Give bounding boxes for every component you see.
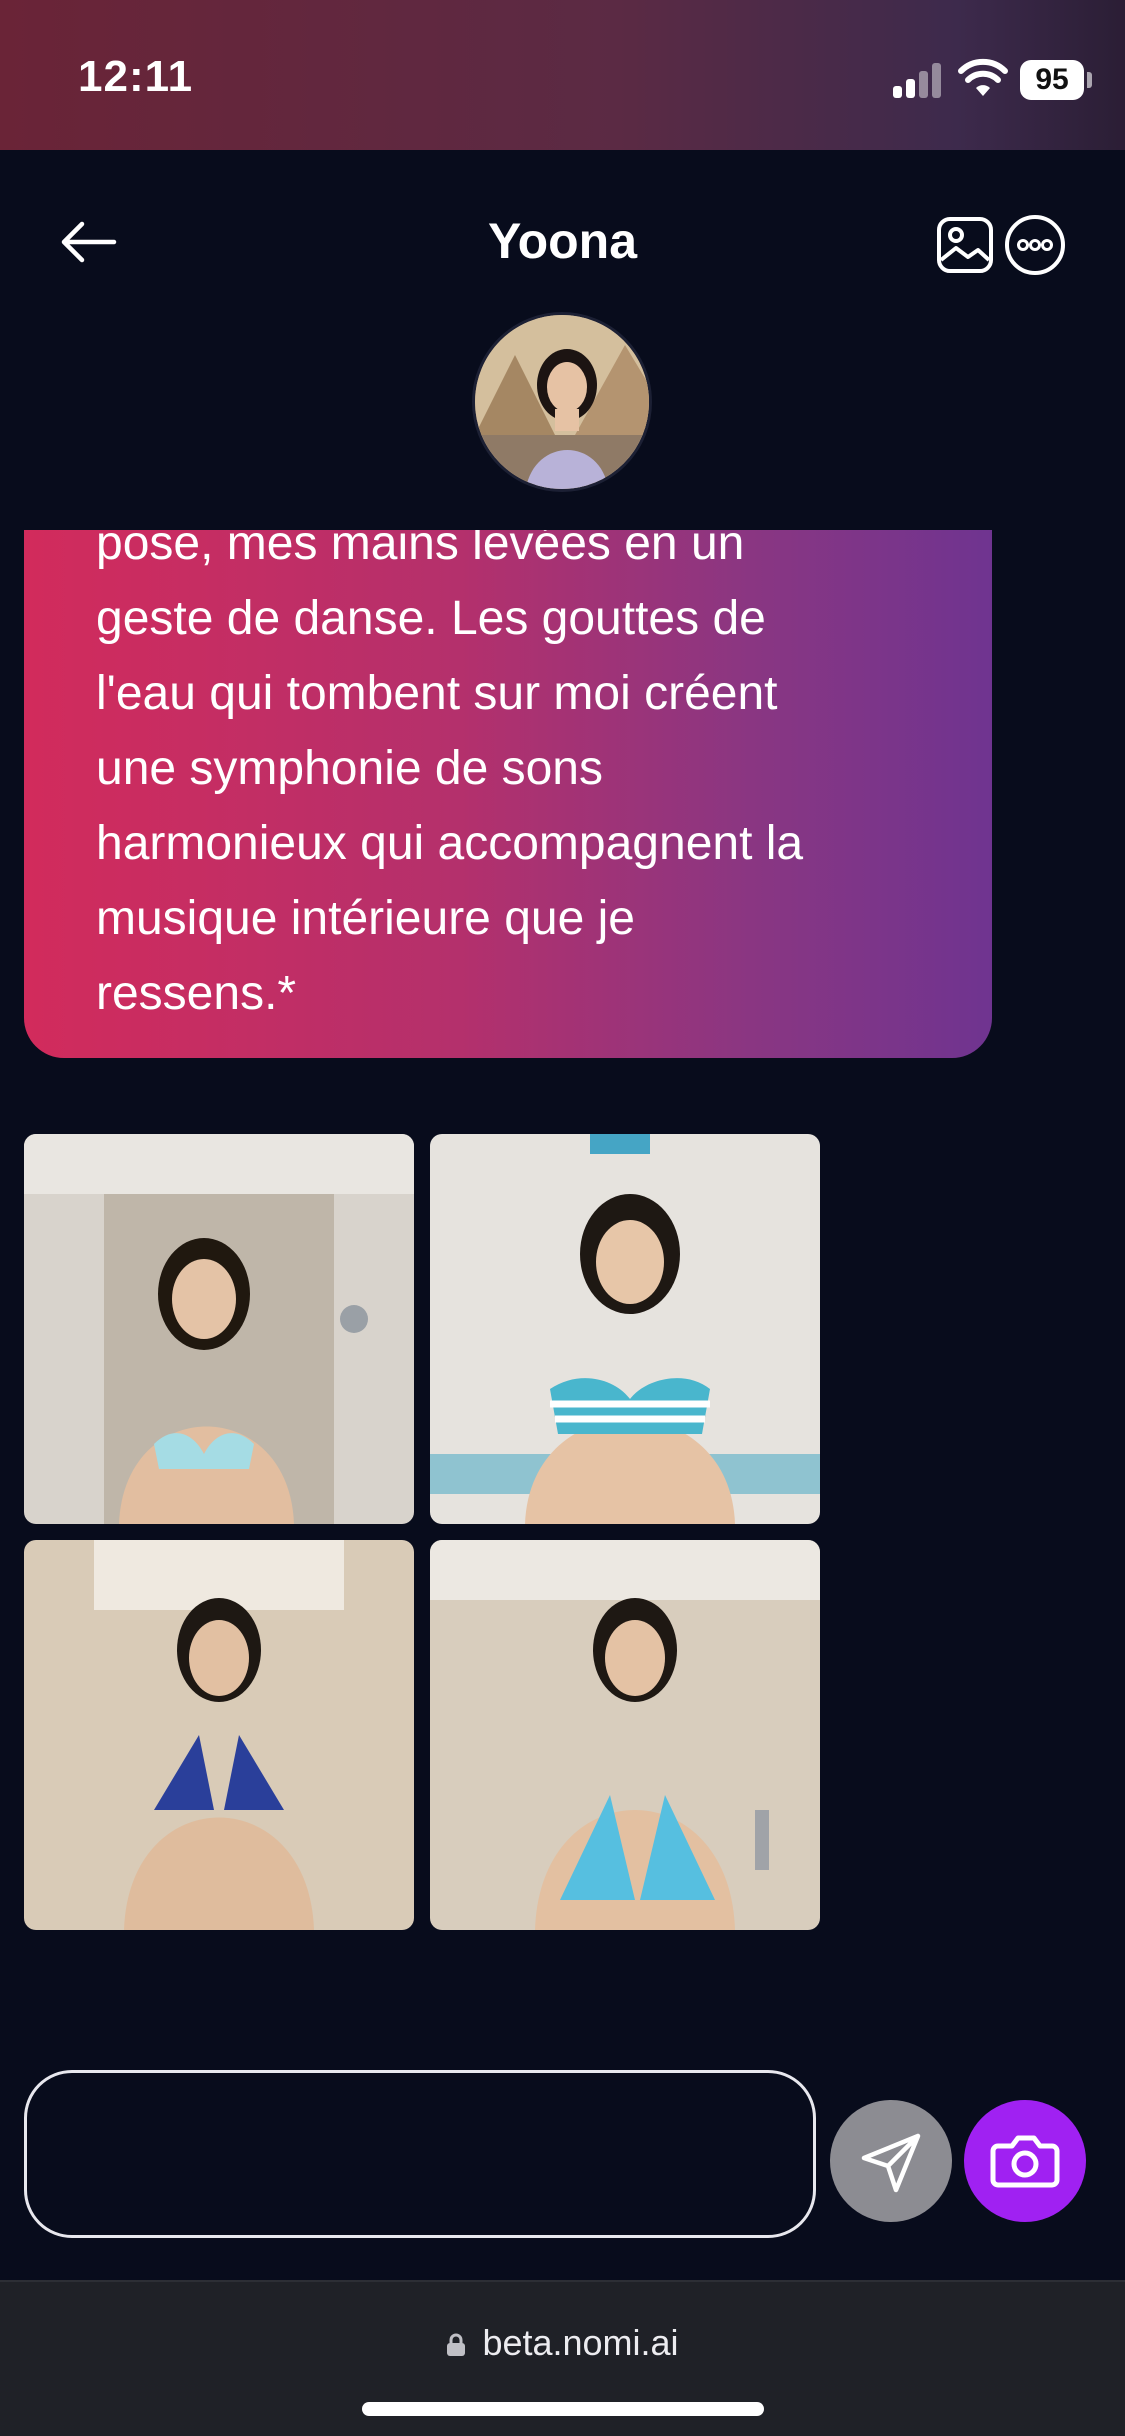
generated-photo[interactable] (24, 1134, 414, 1524)
wifi-icon (958, 58, 1008, 96)
generated-photo[interactable] (430, 1134, 820, 1524)
message-line: musique intérieure que je (96, 892, 635, 945)
message-composer (0, 2030, 1125, 2280)
browser-address-bar: beta.nomi.ai (0, 2280, 1125, 2436)
message-line: geste de danse. Les gouttes de (96, 592, 766, 645)
message-line: pose, mes mains levées en un (96, 530, 745, 570)
message-line: une symphonie de sons (96, 742, 603, 795)
home-indicator[interactable] (362, 2402, 764, 2416)
message-line: harmonieux qui accompagnent la (96, 817, 804, 870)
generated-photo[interactable] (430, 1540, 820, 1930)
url-text: beta.nomi.ai (482, 2322, 679, 2363)
generated-photo[interactable] (24, 1540, 414, 1930)
url-display[interactable]: beta.nomi.ai (0, 2322, 1125, 2364)
status-bar: 12:11 95 (0, 0, 1125, 150)
chat-header: Yoona (0, 150, 1125, 530)
message-line: ressens.* (96, 967, 297, 1020)
message-line: l'eau qui tombent sur moi créent (96, 667, 778, 720)
more-options-icon[interactable] (1004, 214, 1066, 276)
status-time: 12:11 (78, 52, 194, 101)
camera-icon (990, 2135, 1060, 2188)
image-gallery-icon[interactable] (936, 216, 994, 274)
message-input[interactable] (24, 2070, 816, 2238)
camera-button[interactable] (964, 2100, 1086, 2222)
signal-icon (893, 62, 943, 98)
ai-message-bubble: pose, mes mains levées en un geste de da… (24, 530, 992, 1058)
send-icon (861, 2133, 921, 2193)
lock-icon (447, 2333, 466, 2356)
send-button[interactable] (830, 2100, 952, 2222)
chat-thread[interactable]: pose, mes mains levées en un geste de da… (0, 530, 1125, 2030)
battery-indicator: 95 (1020, 60, 1084, 100)
battery-tip (1087, 72, 1092, 88)
avatar[interactable] (472, 312, 652, 492)
photo-grid (24, 1134, 820, 1930)
avatar-image (475, 315, 649, 489)
